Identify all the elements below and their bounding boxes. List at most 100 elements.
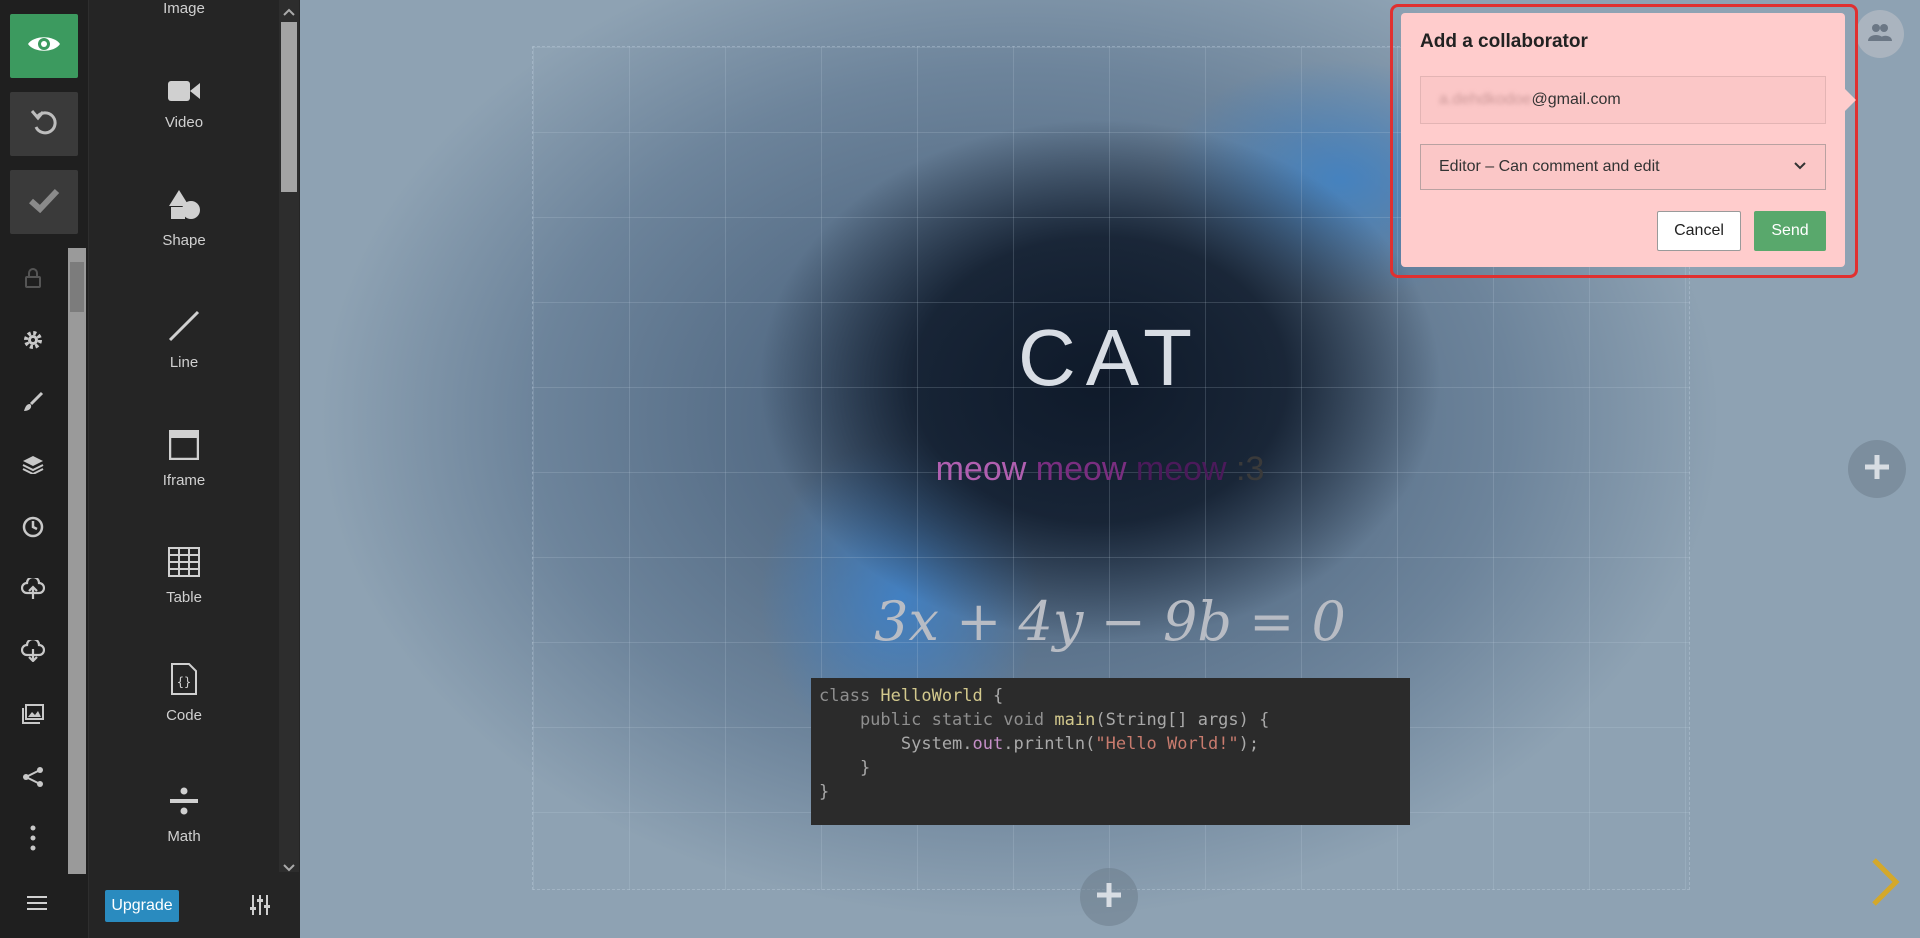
table-icon — [168, 547, 200, 581]
email-local-part-redacted: a.dehdkodoe — [1439, 91, 1532, 108]
code-token: out — [972, 734, 1004, 754]
lock-button[interactable] — [0, 260, 66, 300]
shape-icon — [167, 190, 201, 224]
code-token: ); — [1238, 734, 1260, 754]
insert-video-label: Video — [164, 114, 204, 131]
add-slide-right-button[interactable] — [1848, 440, 1906, 498]
code-token: public static void — [819, 710, 1055, 730]
sidebar-scrollbar[interactable] — [68, 248, 86, 874]
video-icon — [168, 80, 200, 106]
code-token: { — [982, 686, 1004, 706]
layers-icon — [22, 454, 44, 478]
left-action-bar — [0, 0, 88, 938]
iframe-icon — [168, 429, 200, 464]
check-icon — [28, 187, 60, 217]
math-divide-icon — [169, 786, 199, 820]
more-options-button[interactable] — [0, 820, 66, 860]
add-slide-below-button[interactable] — [1080, 868, 1138, 926]
eye-icon — [27, 33, 61, 59]
svg-text:{}: {} — [177, 675, 191, 689]
slide-subtitle[interactable]: meow meow meow :3 — [800, 450, 1400, 489]
code-token: .println( — [1003, 734, 1096, 754]
email-field[interactable]: a.dehdkodoe @gmail.com — [1420, 76, 1826, 124]
sidebar-scrollbar-thumb[interactable] — [70, 262, 84, 312]
insert-code-label: Code — [166, 707, 202, 724]
insert-math-label: Math — [167, 828, 201, 845]
hamburger-menu-icon — [27, 895, 47, 915]
code-token: class — [819, 686, 881, 706]
undo-icon — [29, 107, 59, 141]
meow-word-3: meow — [1135, 450, 1237, 488]
code-token: } — [819, 758, 871, 778]
meow-emoticon: :3 — [1236, 450, 1265, 488]
popup-pointer — [1845, 89, 1856, 111]
scroll-up-icon[interactable] — [282, 2, 296, 21]
style-button[interactable] — [0, 384, 66, 424]
email-domain: @gmail.com — [1531, 91, 1621, 108]
plus-icon — [1863, 453, 1891, 485]
code-token: HelloWorld — [880, 686, 983, 706]
next-slide-arrow-icon[interactable] — [1870, 858, 1900, 910]
insert-iframe[interactable]: Iframe — [89, 420, 279, 489]
code-block[interactable]: class HelloWorld { public static void ma… — [811, 678, 1410, 825]
brush-icon — [22, 391, 44, 417]
code-token: "Hello World!" — [1095, 734, 1239, 754]
export-button[interactable] — [0, 633, 66, 673]
preview-button[interactable] — [10, 14, 78, 78]
insert-code[interactable]: {} Code — [89, 655, 279, 724]
cancel-button[interactable]: Cancel — [1657, 211, 1741, 251]
meow-word-1: meow — [935, 450, 1036, 488]
undo-button[interactable] — [10, 92, 78, 156]
code-token: System. — [819, 734, 973, 754]
insert-shape[interactable]: Shape — [89, 180, 279, 249]
line-icon — [168, 310, 200, 346]
gear-icon — [22, 329, 44, 355]
share-button[interactable] — [0, 759, 66, 799]
popup-title: Add a collaborator — [1420, 31, 1588, 52]
done-button[interactable] — [10, 170, 78, 234]
insert-line-label: Line — [169, 354, 199, 371]
history-button[interactable] — [0, 509, 66, 549]
slide-title[interactable]: CAT — [860, 312, 1360, 404]
insert-table[interactable]: Table — [89, 537, 279, 606]
scroll-down-icon[interactable] — [282, 858, 296, 877]
meow-word-2: meow — [1035, 450, 1136, 488]
plus-icon — [1095, 881, 1123, 913]
insert-table-label: Table — [166, 589, 202, 606]
math-equation[interactable]: 3x + 4y − 9b = 0 — [850, 590, 1370, 653]
collaborators-button[interactable] — [1856, 10, 1904, 58]
insert-panel-scrollbar[interactable] — [279, 0, 299, 872]
insert-math[interactable]: Math — [89, 776, 279, 845]
insert-video[interactable]: Video — [89, 62, 279, 131]
add-collaborator-popup: Add a collaborator a.dehdkodoe @gmail.com… — [1401, 13, 1856, 267]
code-token: (String[] args) { — [1095, 710, 1270, 730]
insert-image[interactable]: Image — [89, 0, 279, 17]
insert-image-label: Image — [163, 0, 205, 17]
main-menu-button[interactable] — [4, 885, 70, 925]
upgrade-button[interactable]: Upgrade — [105, 890, 179, 922]
import-button[interactable] — [0, 571, 66, 611]
code-token: main — [1054, 710, 1096, 730]
media-library-button[interactable] — [0, 696, 66, 736]
image-gallery-icon — [22, 704, 44, 728]
cloud-upload-icon — [20, 575, 46, 604]
insert-iframe-label: Iframe — [162, 472, 206, 489]
chevron-down-icon — [1793, 158, 1807, 176]
code-token: } — [819, 782, 830, 802]
more-vertical-icon — [30, 825, 36, 855]
settings-button[interactable] — [0, 322, 66, 362]
role-select-value: Editor – Can comment and edit — [1439, 158, 1660, 175]
layers-button[interactable] — [0, 446, 66, 486]
share-icon — [22, 766, 44, 792]
insert-panel: Image Video Shape Line Iframe Table {} C… — [88, 0, 301, 938]
role-select[interactable]: Editor – Can comment and edit — [1420, 144, 1826, 190]
insert-panel-scrollbar-thumb[interactable] — [281, 22, 297, 192]
users-icon — [1867, 22, 1893, 46]
insert-line[interactable]: Line — [89, 302, 279, 371]
cloud-download-icon — [20, 637, 46, 666]
lock-icon — [23, 267, 43, 293]
clock-icon — [22, 516, 44, 542]
insert-shape-label: Shape — [162, 232, 206, 249]
send-button[interactable]: Send — [1754, 211, 1826, 251]
sliders-icon[interactable] — [249, 895, 271, 919]
